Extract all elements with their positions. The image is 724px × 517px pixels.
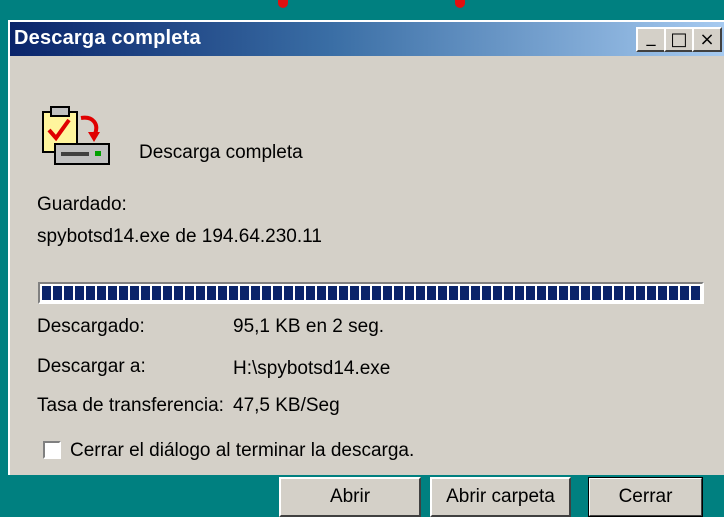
download-complete-icon — [42, 106, 110, 165]
window-title: Descarga completa — [14, 27, 201, 49]
download-complete-dialog: Descarga completa _ □ × Descarga complet… — [8, 20, 724, 517]
background-mark — [455, 0, 465, 8]
close-on-finish-label[interactable]: Cerrar el diálogo al terminar la descarg… — [70, 440, 414, 462]
close-window-button[interactable]: × — [692, 27, 722, 52]
progress-fill — [42, 286, 700, 300]
transfer-rate-label: Tasa de transferencia: — [37, 395, 224, 416]
minimize-icon: _ — [646, 25, 656, 47]
close-button[interactable]: Cerrar — [588, 477, 703, 517]
close-on-finish-checkbox[interactable] — [43, 441, 61, 459]
background-mark — [278, 0, 288, 8]
status-message: Descarga completa — [139, 142, 303, 163]
maximize-button[interactable]: □ — [664, 27, 694, 52]
transfer-rate-value: 47,5 KB/Seg — [233, 395, 340, 416]
downloaded-label: Descargado: — [37, 316, 145, 337]
open-folder-button[interactable]: Abrir carpeta — [430, 477, 571, 517]
download-progress-bar — [38, 282, 704, 304]
close-icon: × — [699, 28, 715, 50]
destination-label: Descargar a: — [37, 356, 146, 377]
download-source: spybotsd14.exe de 194.64.230.11 — [37, 226, 322, 247]
open-button[interactable]: Abrir — [279, 477, 421, 517]
maximize-icon: □ — [670, 28, 688, 50]
saved-label: Guardado: — [37, 194, 127, 215]
title-bar[interactable]: Descarga completa _ □ × — [10, 22, 724, 56]
destination-value: H:\spybotsd14.exe — [233, 358, 391, 379]
downloaded-value: 95,1 KB en 2 seg. — [233, 316, 385, 337]
minimize-button[interactable]: _ — [636, 27, 666, 52]
desktop-background — [0, 0, 724, 22]
dialog-content: Descarga completa Guardado: spybotsd14.e… — [10, 56, 724, 517]
